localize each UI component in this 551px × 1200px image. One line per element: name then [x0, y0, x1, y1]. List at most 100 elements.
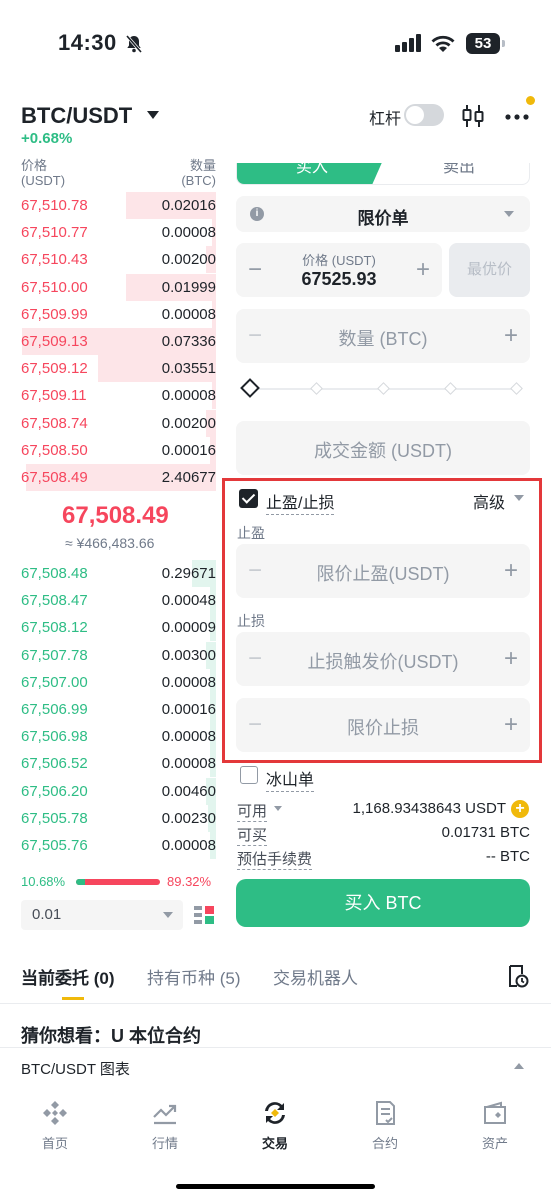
bid-row[interactable]: 67,508.48 0.29671 [0, 560, 230, 587]
ask-quantity: 2.40677 [161, 469, 216, 486]
chart-toggle-label[interactable]: BTC/USDT 图表 [21, 1058, 130, 1079]
more-options-icon[interactable] [503, 105, 531, 125]
buy-sell-tabs: 买入 卖出 [236, 163, 530, 185]
bid-row[interactable]: 67,505.76 0.00008 [0, 832, 230, 859]
bid-row[interactable]: 67,507.00 0.00008 [0, 668, 230, 696]
nav-trade[interactable]: 交易 [240, 1099, 310, 1152]
caret-down-icon[interactable] [146, 110, 160, 120]
iceberg-checkbox[interactable] [240, 766, 258, 784]
nav-home[interactable]: 首页 [20, 1099, 90, 1152]
ask-price: 67,509.11 [21, 387, 87, 405]
precision-select[interactable]: 0.01 [21, 900, 183, 930]
ask-row[interactable]: 67,509.13 0.07336 [0, 328, 230, 355]
bid-row[interactable]: 67,508.47 0.00048 [0, 587, 230, 615]
last-trade-price[interactable]: 67,508.49 [62, 502, 169, 530]
tab-buy[interactable]: 买入 [237, 163, 387, 184]
take-profit-input[interactable]: − 限价止盈(USDT) + [236, 544, 530, 598]
quantity-placeholder: 数量 (BTC) [338, 329, 428, 349]
bid-quantity: 0.00460 [161, 782, 216, 800]
stop-loss-label: 止损 [237, 613, 265, 629]
bid-row[interactable]: 67,506.98 0.00008 [0, 723, 230, 751]
nav-trade-label: 交易 [261, 1136, 288, 1151]
stop-loss-trigger-input[interactable]: − 止损触发价(USDT) + [236, 632, 530, 686]
available-label[interactable]: 可用 [237, 800, 268, 822]
ask-row[interactable]: 67,508.50 0.00016 [0, 436, 230, 464]
deposit-plus-icon[interactable]: + [511, 800, 529, 818]
nav-home-label: 首页 [41, 1136, 68, 1151]
slider-step-100[interactable] [510, 382, 523, 395]
slider-step-75[interactable] [444, 382, 457, 395]
ask-row[interactable]: 67,509.12 0.03551 [0, 355, 230, 383]
plus-icon[interactable]: + [416, 258, 430, 282]
ask-row[interactable]: 67,510.00 0.01999 [0, 273, 230, 301]
ask-row[interactable]: 67,510.77 0.00008 [0, 219, 230, 247]
leverage-label: 杠杆 [369, 111, 402, 128]
bid-price: 67,508.48 [21, 565, 88, 582]
ask-price: 67,509.12 [21, 360, 88, 378]
bid-quantity: 0.00008 [161, 673, 216, 691]
orderbook-qty-unit: (BTC) [181, 173, 216, 188]
quantity-input[interactable]: − 数量 (BTC) + [236, 309, 530, 363]
ask-quantity: 0.00008 [161, 305, 216, 323]
slider-step-50[interactable] [377, 382, 390, 395]
ask-row[interactable]: 67,510.43 0.00200 [0, 246, 230, 274]
nav-futures[interactable]: 合约 [350, 1099, 420, 1152]
caret-up-icon[interactable] [514, 1063, 524, 1069]
divider [0, 1003, 551, 1004]
amount-slider-handle[interactable] [240, 378, 260, 398]
plus-icon[interactable]: + [504, 647, 518, 671]
estimated-fee-label[interactable]: 预估手续费 [237, 848, 313, 870]
suggestion-text[interactable]: 猜你想看：U 本位合约 [21, 1022, 201, 1048]
plus-icon[interactable]: + [504, 559, 518, 583]
ask-row[interactable]: 67,509.11 0.00008 [0, 382, 230, 410]
buy-button[interactable]: 买入 BTC [236, 879, 530, 927]
ask-row[interactable]: 67,508.49 2.40677 [0, 464, 230, 491]
home-icon [43, 1101, 67, 1125]
tab-trading-bots[interactable]: 交易机器人 [273, 964, 358, 989]
tab-open-orders[interactable]: 当前委托 (0) [21, 964, 115, 989]
tab-holdings[interactable]: 持有币种 (5) [147, 964, 241, 989]
ask-row[interactable]: 67,510.78 0.02016 [0, 192, 230, 219]
tpsl-label[interactable]: 止盈/止损 [266, 489, 335, 515]
caret-down-icon[interactable] [514, 495, 524, 501]
leverage-toggle[interactable] [404, 104, 444, 126]
ask-quantity: 0.01999 [161, 278, 216, 296]
bottom-navigation: 首页 行情 交易 合约 资产 [0, 1085, 551, 1165]
ask-row[interactable]: 67,508.74 0.00200 [0, 409, 230, 437]
bid-price: 67,505.78 [21, 809, 88, 827]
futures-contract-icon [376, 1101, 395, 1125]
ask-price: 67,508.74 [21, 414, 88, 432]
nav-markets[interactable]: 行情 [130, 1099, 200, 1152]
bid-row[interactable]: 67,505.78 0.00230 [0, 804, 230, 832]
bid-row[interactable]: 67,506.52 0.00008 [0, 750, 230, 778]
bid-row[interactable]: 67,508.12 0.00009 [0, 614, 230, 642]
bid-quantity: 0.00008 [161, 728, 216, 746]
plus-icon[interactable]: + [504, 324, 518, 348]
stop-loss-limit-input[interactable]: − 限价止损 + [236, 698, 530, 752]
total-input[interactable]: 成交金额 (USDT) [236, 421, 530, 475]
bid-row[interactable]: 67,506.99 0.00016 [0, 696, 230, 723]
active-tab-underline [62, 997, 84, 1000]
markets-chart-icon [153, 1104, 177, 1125]
trading-pair-title[interactable]: BTC/USDT [21, 103, 132, 129]
bid-row[interactable]: 67,507.78 0.00300 [0, 641, 230, 669]
iceberg-label[interactable]: 冰山单 [266, 766, 315, 792]
best-price-button[interactable]: 最优价 [449, 243, 530, 297]
price-input[interactable]: − 价格 (USDT) 67525.93 + [236, 243, 442, 297]
nav-assets[interactable]: 资产 [460, 1099, 530, 1152]
order-type-select[interactable]: i 限价单 [236, 196, 530, 232]
ask-row[interactable]: 67,509.99 0.00008 [0, 300, 230, 328]
tpsl-checkbox[interactable] [239, 489, 258, 508]
bid-row[interactable]: 67,506.20 0.00460 [0, 777, 230, 805]
order-history-icon[interactable] [505, 964, 529, 988]
tab-sell[interactable]: 卖出 [387, 163, 529, 184]
bid-quantity: 0.00008 [161, 755, 216, 773]
candlestick-chart-icon[interactable] [460, 103, 486, 129]
battery-indicator: 53 [466, 33, 505, 54]
advanced-select[interactable]: 高级 [473, 489, 505, 513]
plus-icon[interactable]: + [504, 713, 518, 737]
orderbook-layout-icon[interactable] [193, 904, 215, 926]
slider-step-25[interactable] [310, 382, 323, 395]
wifi-icon [431, 35, 455, 52]
caret-down-icon[interactable] [274, 806, 282, 811]
